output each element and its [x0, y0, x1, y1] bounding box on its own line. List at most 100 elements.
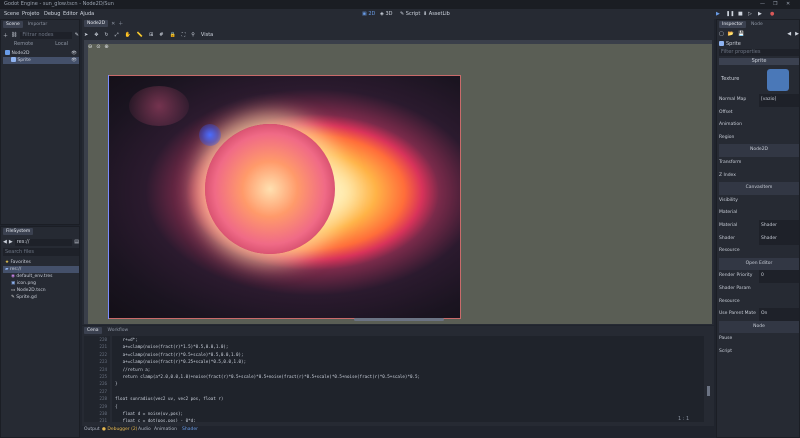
scene-filter-input[interactable]: Filtrar nodes	[20, 31, 72, 39]
file-item-node2d-tscn[interactable]: ▭ Node2D.tscn	[3, 287, 79, 294]
inspector-row[interactable]: Script	[719, 346, 799, 359]
view-menu[interactable]: Vista	[201, 32, 213, 38]
play-scene-icon[interactable]: ▷	[748, 11, 752, 17]
inspector-row[interactable]: CanvasItem	[719, 182, 799, 195]
inspector-row[interactable]: Material	[719, 207, 799, 220]
select-tool-icon[interactable]: ➤	[84, 32, 88, 38]
tab-import[interactable]: Importar	[25, 21, 51, 28]
code-line[interactable]	[112, 388, 704, 395]
property-value[interactable]: 0	[759, 270, 799, 283]
vertical-scrollbar[interactable]	[707, 386, 710, 396]
inspector-row[interactable]: Node	[719, 320, 799, 334]
property-value[interactable]	[759, 157, 799, 170]
menu-editor[interactable]: Editor	[63, 11, 78, 17]
inspector-row[interactable]: Offset	[719, 107, 799, 120]
workspace-script[interactable]: ✎ Script	[400, 11, 420, 17]
tab-scene[interactable]: Scene	[3, 21, 23, 28]
split-view-icon[interactable]: ▤	[74, 239, 79, 245]
property-value[interactable]	[759, 296, 799, 309]
tab-node2d[interactable]: Node2D	[84, 20, 109, 27]
inspector-row[interactable]: Z Index	[719, 170, 799, 183]
property-filter-input[interactable]: Filter properties	[719, 49, 799, 56]
play-custom-icon[interactable]: ▶	[758, 11, 762, 17]
tab-remote[interactable]: Remote	[14, 41, 33, 48]
inspector-row[interactable]: Resource	[719, 296, 799, 309]
inspector-row[interactable]: Shader Shader	[719, 232, 799, 246]
link-icon[interactable]: ⛓	[11, 32, 17, 38]
back-icon[interactable]: ◀	[3, 239, 7, 245]
horizontal-scrollbar[interactable]	[354, 318, 444, 321]
tab-cena[interactable]: Cena	[84, 327, 102, 334]
file-item-default-env[interactable]: ◉ default_env.tres	[3, 273, 79, 280]
inspector-row[interactable]: Open Editor	[719, 257, 799, 271]
tab-audio[interactable]: Audio	[138, 427, 151, 432]
property-value[interactable]: Open Editor	[719, 257, 799, 271]
inspector-row[interactable]: Region	[719, 132, 799, 145]
code-line[interactable]: return clamp(a*2.0,0.0,1.0)+noise(fract(…	[112, 373, 704, 380]
inspector-row[interactable]: Use Parent Mate On	[719, 308, 799, 321]
path-input[interactable]: res://	[14, 238, 73, 246]
tab-shader[interactable]: Shader	[182, 427, 198, 432]
move-tool-icon[interactable]: ✥	[94, 32, 98, 38]
close-tab-icon[interactable]: ✕	[111, 21, 115, 27]
save-resource-icon[interactable]: 💾	[738, 31, 744, 38]
tree-node-sprite[interactable]: Sprite 👁	[3, 57, 79, 64]
property-value[interactable]: CanvasItem	[719, 182, 799, 195]
code-line[interactable]: float d = noise(uv,pos);	[112, 410, 704, 417]
menu-scene[interactable]: Scene	[4, 11, 19, 17]
file-item-icon-png[interactable]: ▣ icon.png	[3, 280, 79, 287]
property-value[interactable]	[759, 333, 799, 346]
property-value[interactable]: Node	[719, 320, 799, 334]
history-forward-icon[interactable]: ▶	[795, 31, 799, 38]
new-resource-icon[interactable]: ▢	[719, 31, 724, 38]
code-editor[interactable]: r+=d*; a+=clamp(noise(fract(r)*1.5)*0.5,…	[112, 336, 704, 422]
tab-debugger[interactable]: ● Debugger (2)	[102, 427, 137, 432]
inspector-row[interactable]: Visibility	[719, 195, 799, 208]
code-line[interactable]: }	[112, 380, 704, 387]
tab-output[interactable]: Output	[84, 427, 100, 432]
tab-local[interactable]: Local	[55, 41, 68, 48]
inspector-row[interactable]: Animation	[719, 119, 799, 132]
rotate-tool-icon[interactable]: ↻	[104, 32, 108, 38]
object-selector[interactable]: Sprite	[719, 40, 799, 47]
property-value[interactable]	[759, 107, 799, 120]
file-item-favorites[interactable]: ★ Favorites	[3, 259, 79, 266]
pause-icon[interactable]: ❚❚	[726, 11, 734, 17]
zoom-out-icon[interactable]: ⊖	[88, 44, 92, 50]
canvas-viewport[interactable]: ⊖ ⊙ ⊕	[84, 40, 712, 324]
property-value[interactable]	[759, 245, 799, 258]
load-resource-icon[interactable]: 📂	[728, 31, 734, 38]
play-icon[interactable]: ▶	[716, 11, 720, 17]
skeleton-icon[interactable]: ⚲	[191, 32, 195, 38]
code-line[interactable]: float c = dot(pos,pos) - 0*d;	[112, 417, 704, 422]
history-back-icon[interactable]: ◀	[787, 31, 791, 38]
menu-project[interactable]: Projeto	[22, 11, 39, 17]
workspace-assetlib[interactable]: ⬇ AssetLib	[423, 11, 450, 17]
visibility-icon[interactable]: 👁	[71, 57, 77, 64]
maximize-icon[interactable]: ❐	[773, 1, 777, 7]
code-line[interactable]: //return a;	[112, 366, 704, 373]
menu-debug[interactable]: Debug	[44, 11, 60, 17]
inspector-row[interactable]: Resource	[719, 245, 799, 258]
property-value[interactable]	[759, 207, 799, 220]
scale-tool-icon[interactable]: ⤢	[115, 32, 119, 38]
pan-tool-icon[interactable]: ✋	[125, 32, 131, 38]
code-line[interactable]: a+=clamp(noise(fract(r)*1.5)*0.5,0.0,1.0…	[112, 343, 704, 350]
forward-icon[interactable]: ▶	[9, 239, 13, 245]
code-line[interactable]: a+=clamp(noise(fract(r)*0.25+scale)*0.5,…	[112, 358, 704, 365]
script-icon[interactable]: ✎	[75, 32, 79, 38]
code-line[interactable]: r+=d*;	[112, 336, 704, 343]
tab-animation[interactable]: Animation	[154, 427, 177, 432]
texture-preview[interactable]	[767, 69, 789, 91]
property-value[interactable]: Node2D	[719, 144, 799, 157]
workspace-3d[interactable]: ◈ 3D	[380, 11, 392, 17]
grid-icon[interactable]: #	[159, 32, 163, 38]
stop-icon[interactable]: ■	[738, 11, 743, 17]
sun-sprite[interactable]	[108, 75, 461, 319]
group-icon[interactable]: ⛶	[182, 32, 186, 38]
inspector-row[interactable]: Normal Map [vazio]	[719, 94, 799, 107]
file-search-input[interactable]: Search files	[3, 248, 79, 256]
code-line[interactable]: float sunradius(vec2 uv, vec2 pos, float…	[112, 395, 704, 402]
workspace-2d[interactable]: ▣ 2D	[362, 11, 375, 17]
property-value[interactable]: [vazio]	[759, 94, 799, 107]
